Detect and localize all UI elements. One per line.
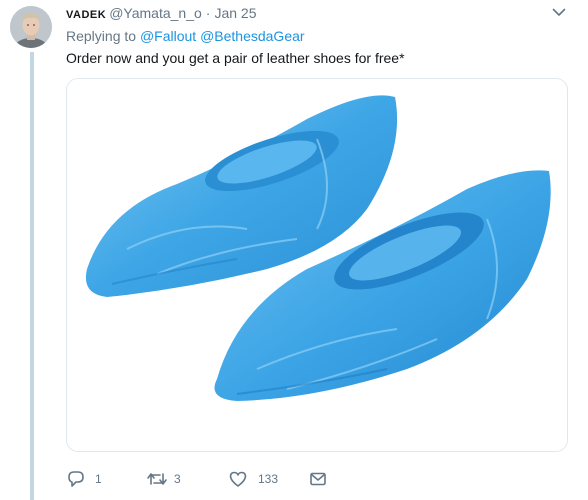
user-avatar-icon [10,6,52,48]
reply-count: 1 [95,472,102,486]
display-name[interactable]: VADEK [66,9,106,21]
user-handle[interactable]: @Yamata_n_o [109,5,202,21]
header-separator: · [205,5,211,21]
tweet-header: VADEK @Yamata_n_o · Jan 25 [66,4,257,24]
heart-icon [229,471,247,487]
tweet-media-photo[interactable] [66,78,568,452]
mention-link-fallout[interactable]: @Fallout [140,28,196,44]
like-button[interactable]: 133 [228,468,278,490]
like-count: 133 [258,472,279,486]
retweet-count: 3 [174,472,181,486]
shoe-covers-photo-icon [67,79,567,451]
replying-to-label: Replying to [66,28,137,44]
tweet-menu-button[interactable] [551,4,567,20]
tweet-text: Order now and you get a pair of leather … [66,50,405,66]
tweet-actions-bar: 1 3 133 [66,468,366,490]
avatar[interactable] [10,6,52,48]
chevron-down-icon [552,8,566,16]
reply-button[interactable]: 1 [66,468,102,490]
retweet-button[interactable]: 3 [146,468,181,490]
tweet-date[interactable]: Jan 25 [214,5,256,21]
direct-message-button[interactable] [308,468,328,490]
retweet-icon [147,473,167,485]
mention-link-bethesdagear[interactable]: @BethesdaGear [200,28,305,44]
reply-icon [68,471,84,487]
replying-to-line: Replying to @Fallout @BethesdaGear [66,27,305,45]
thread-connector-line [30,52,34,500]
envelope-icon [310,472,326,486]
